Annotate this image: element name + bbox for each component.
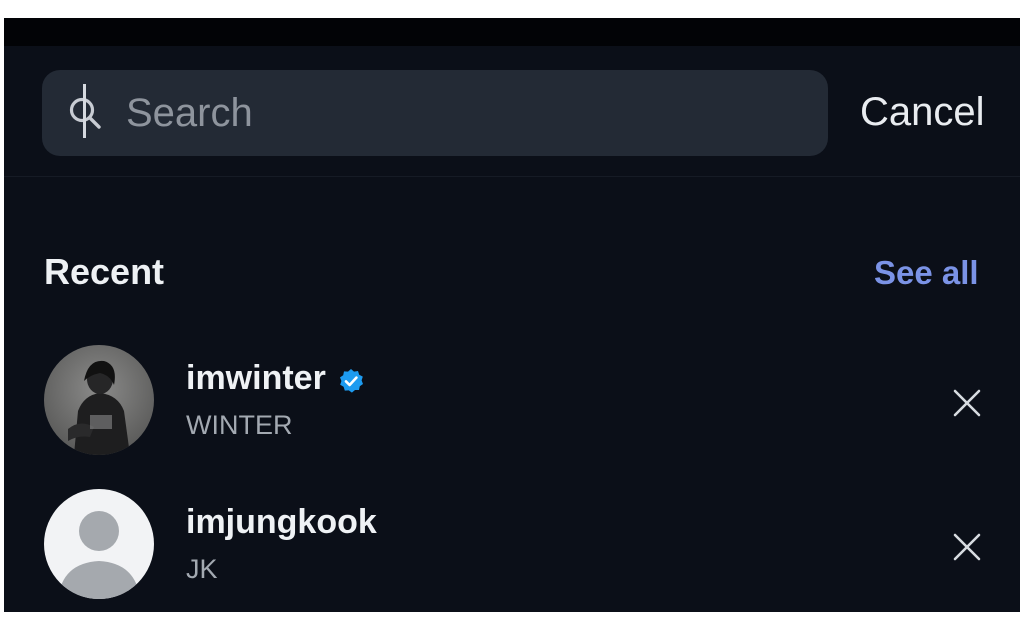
avatar [44, 489, 154, 599]
section-title: Recent [44, 251, 165, 292]
display-name: WINTER [186, 410, 293, 440]
close-icon[interactable] [950, 386, 984, 420]
text-cursor [83, 84, 86, 138]
username: imwinter [186, 359, 326, 397]
default-avatar-icon [44, 489, 154, 599]
avatar [44, 345, 154, 455]
search-bar[interactable] [42, 70, 828, 156]
profile-photo-image [44, 345, 154, 455]
display-name: JK [186, 554, 218, 584]
search-input[interactable] [126, 80, 806, 146]
recent-item[interactable]: imjungkook JK [4, 482, 1020, 612]
see-all-link[interactable]: See all [874, 254, 979, 292]
divider [4, 176, 1020, 177]
close-icon[interactable] [950, 530, 984, 564]
cancel-button[interactable]: Cancel [860, 90, 985, 135]
verified-badge-icon [340, 369, 363, 393]
recent-item[interactable]: imwinter WINTER [4, 338, 1020, 468]
search-screen: Cancel Recent See all imwinter [4, 18, 1020, 612]
username: imjungkook [186, 503, 377, 541]
status-bar [4, 18, 1020, 46]
